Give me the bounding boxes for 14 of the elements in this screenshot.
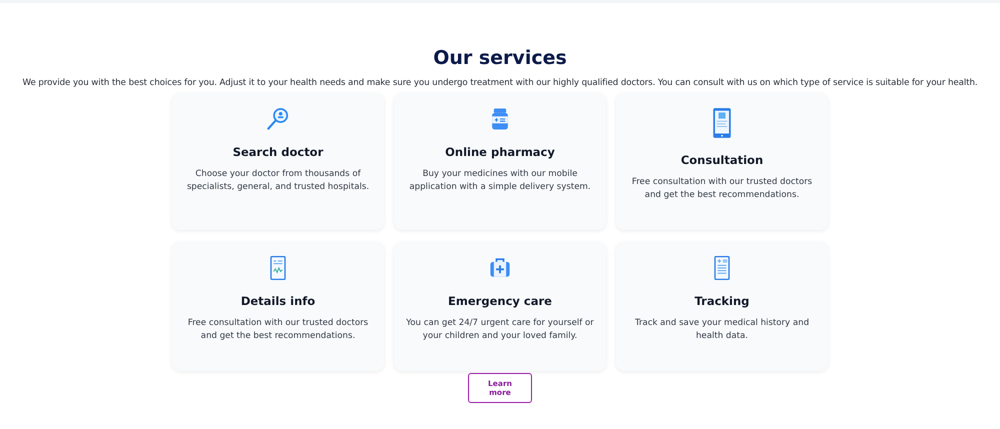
card-description: You can get 24/7 urgent care for yourself or your children and your loved family.: [405, 317, 595, 343]
card-description: Buy your medicines with our mobile application with a simple delivery system.: [408, 168, 592, 194]
card-description: Track and save your medical history and health data.: [634, 317, 810, 343]
intro-text: We provide you with the best choices for you. Adjust it to your health needs and make sure you undergo treatment with our highly qualified doctors. You can consult with us on which type of service is suitable for your health.: [22, 78, 978, 88]
card-title: Details info: [240, 294, 316, 308]
card-title: Emergency care: [448, 294, 552, 308]
card-title: Search doctor: [232, 145, 324, 159]
card-title: Tracking: [694, 294, 750, 308]
section-title: Our services: [433, 47, 567, 69]
card-description: Free consultation with our trusted doctors and get the best recommendations.: [186, 317, 370, 343]
card-title: Online pharmacy: [445, 145, 555, 159]
card-description: Free consultation with our trusted doctors and get the best recommendations.: [630, 176, 814, 202]
card-description: Choose your doctor from thousands of specialists, general, and trusted hospitals.: [186, 168, 370, 194]
card-title: Consultation: [680, 153, 764, 167]
